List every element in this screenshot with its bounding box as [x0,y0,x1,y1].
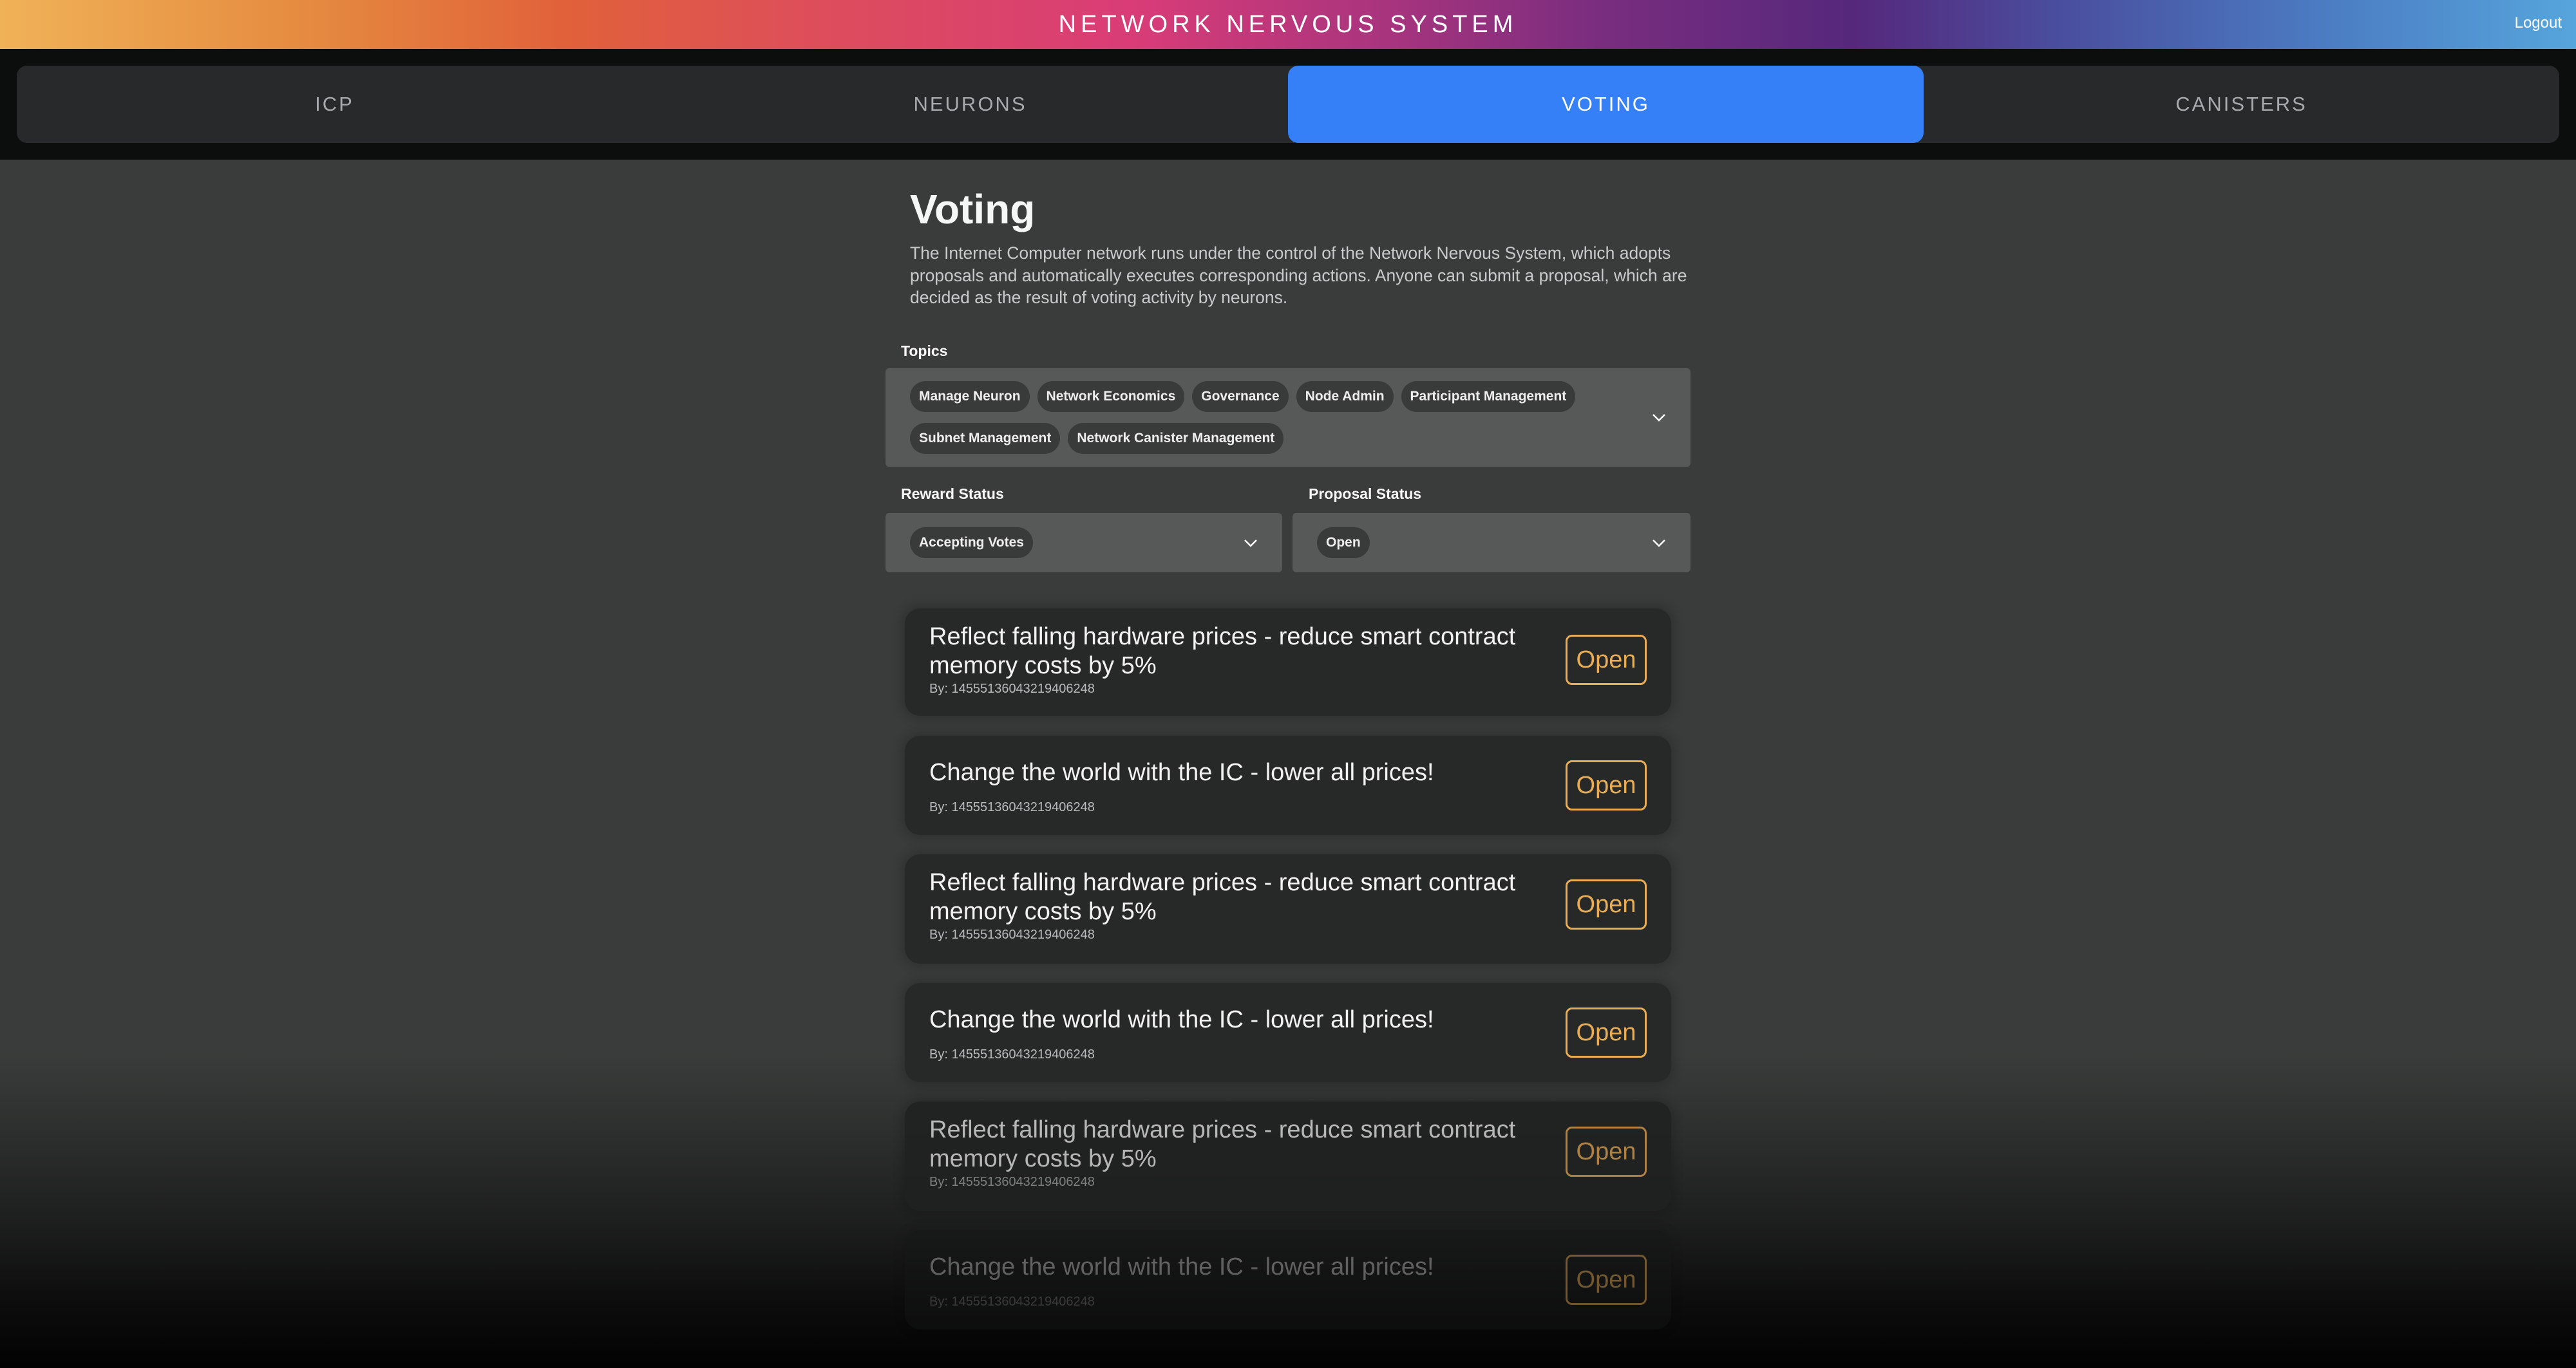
proposal-status-button[interactable]: Open [1566,879,1647,930]
proposal-title: Reflect falling hardware prices - reduce… [929,1116,1516,1172]
proposal-title: Change the world with the IC - lower all… [929,759,1434,786]
proposal-author: By: 14555136043219406248 [929,1175,1095,1189]
proposal-card[interactable]: Change the world with the IC - lower all… [905,736,1671,835]
proposal-status-button[interactable]: Open [1566,1007,1647,1058]
proposal-status-button[interactable]: Open [1566,635,1647,685]
proposal-card[interactable]: Change the world with the IC - lower all… [905,983,1671,1082]
proposal-card[interactable]: Reflect falling hardware prices - reduce… [905,854,1671,964]
chevron-down-icon[interactable] [1244,539,1258,553]
topics-chip-list: Manage Neuron Network Economics Governan… [910,381,1605,454]
proposal-author: By: 14555136043219406248 [929,928,1095,942]
topic-chip[interactable]: Network Canister Management [1068,423,1284,454]
tab-voting[interactable]: VOTING [1288,66,1924,143]
proposal-status-dropdown[interactable]: Open [1293,513,1690,572]
reward-status-chip[interactable]: Accepting Votes [910,527,1033,558]
topic-chip[interactable]: Network Economics [1037,381,1185,412]
topic-chip[interactable]: Manage Neuron [910,381,1030,412]
proposal-author: By: 14555136043219406248 [929,1047,1095,1062]
proposal-status-button[interactable]: Open [1566,1127,1647,1177]
proposal-card[interactable]: Reflect falling hardware prices - reduce… [905,608,1671,716]
topics-label: Topics [901,342,948,359]
proposal-author: By: 14555136043219406248 [929,682,1095,696]
page-title: Voting [910,186,1036,232]
proposal-title: Reflect falling hardware prices - reduce… [929,623,1516,679]
tab-icp[interactable]: ICP [17,66,652,143]
page-description: The Internet Computer network runs under… [910,243,1687,307]
tab-canisters[interactable]: CANISTERS [1924,66,2559,143]
proposal-status-button[interactable]: Open [1566,1255,1647,1305]
proposal-status-button[interactable]: Open [1566,760,1647,810]
proposal-card[interactable]: Change the world with the IC - lower all… [905,1230,1671,1329]
proposal-card[interactable]: Reflect falling hardware prices - reduce… [905,1101,1671,1211]
topics-dropdown[interactable]: Manage Neuron Network Economics Governan… [886,368,1690,467]
topic-chip[interactable]: Governance [1192,381,1289,412]
top-header-bar: NETWORK NERVOUS SYSTEM Logout [0,0,2576,49]
logout-button[interactable]: Logout [2515,14,2562,32]
reward-status-dropdown[interactable]: Accepting Votes [886,513,1282,572]
proposal-title: Change the world with the IC - lower all… [929,1253,1434,1280]
main-nav: ICP NEURONS VOTING CANISTERS [0,49,2576,160]
chevron-down-icon[interactable] [1652,539,1666,553]
proposal-author: By: 14555136043219406248 [929,1295,1095,1309]
topic-chip[interactable]: Subnet Management [910,423,1061,454]
proposal-author: By: 14555136043219406248 [929,800,1095,814]
topic-chip[interactable]: Node Admin [1296,381,1394,412]
proposal-status-label: Proposal Status [1309,485,1422,502]
main-content: Voting The Internet Computer network run… [0,160,2576,1368]
app-title: NETWORK NERVOUS SYSTEM [1058,10,1518,38]
proposal-title: Change the world with the IC - lower all… [929,1006,1434,1033]
tab-bar: ICP NEURONS VOTING CANISTERS [17,66,2559,143]
tab-neurons[interactable]: NEURONS [652,66,1288,143]
proposal-title: Reflect falling hardware prices - reduce… [929,869,1516,925]
topic-chip[interactable]: Participant Management [1401,381,1576,412]
chevron-down-icon[interactable] [1652,413,1666,427]
proposal-status-chip[interactable]: Open [1317,527,1370,558]
reward-status-label: Reward Status [901,485,1004,502]
